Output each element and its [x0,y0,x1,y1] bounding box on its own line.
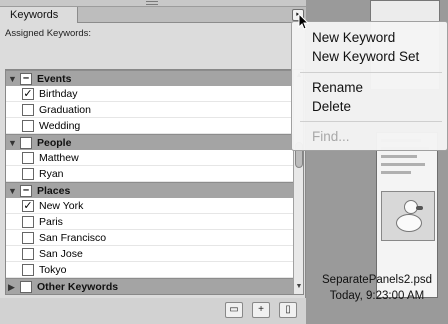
keyword-label: Birthday [39,88,78,100]
duck-body [396,214,422,232]
keyword-category-row[interactable]: ▼ – Events [6,70,293,86]
menu-item-delete[interactable]: Delete [312,99,351,114]
new-item-icon: + [258,304,264,315]
preview-line [381,163,425,166]
menu-item-find: Find... [312,129,350,144]
keyword-row[interactable]: Paris [6,214,293,230]
disclosure-expanded-icon[interactable]: ▼ [8,74,17,84]
menu-item-new-keyword-set[interactable]: New Keyword Set [312,49,419,64]
keyword-checkbox[interactable] [22,248,34,260]
file-date: Today, 9:23:00 AM [329,290,425,302]
keyword-label: Wedding [39,120,81,132]
new-keyword-button[interactable]: + [252,302,270,318]
keyword-row[interactable]: Graduation [6,102,293,118]
trash-icon: ▯ [285,304,291,315]
keyword-checkbox[interactable]: ✓ [22,200,34,212]
keyword-label: Paris [39,216,63,228]
keyword-row[interactable]: San Francisco [6,230,293,246]
disclosure-collapsed-icon[interactable]: ▶ [8,282,15,292]
file-name: SeparatePanels2.psd [322,274,432,286]
category-label: Places [37,185,71,197]
keyword-checkbox[interactable] [22,152,34,164]
keyword-category-row[interactable]: ▼ People [6,134,293,150]
menu-item-rename[interactable]: Rename [312,80,363,95]
grip-mark [146,1,158,5]
menu-separator [300,72,442,73]
panel-grip[interactable] [0,0,306,7]
keyword-label: Tokyo [39,264,67,276]
panel-dropdown-menu: New Keyword New Keyword Set Rename Delet… [291,21,448,151]
scroll-down-icon[interactable]: ▼ [295,282,303,292]
preview-line [381,155,417,158]
folder-icon: ▭ [229,304,239,315]
category-label: People [37,137,72,149]
keyword-label: New York [39,200,84,212]
keyword-checkbox[interactable] [22,120,34,132]
tab-keywords[interactable]: Keywords [0,7,78,23]
keyword-row[interactable]: ✓ Birthday [6,86,293,102]
category-label: Events [37,73,72,85]
keyword-label: San Francisco [39,232,107,244]
keyword-checkbox[interactable]: ✓ [22,88,34,100]
keyword-checkbox[interactable] [20,137,32,149]
keyword-row[interactable]: Wedding [6,118,293,134]
duck-beak [416,206,423,210]
keyword-category-row[interactable]: ▶ Other Keywords [6,278,293,294]
keyword-label: Ryan [39,168,64,180]
disclosure-expanded-icon[interactable]: ▼ [8,186,17,196]
keyword-row[interactable]: San Jose [6,246,293,262]
keyword-row[interactable]: ✓ New York [6,198,293,214]
keyword-row[interactable]: Ryan [6,166,293,182]
menu-item-new-keyword[interactable]: New Keyword [312,30,395,45]
duck-thumbnail-image [381,191,435,241]
keyword-checkbox[interactable] [20,281,32,293]
keyword-label: Matthew [39,152,79,164]
keyword-checkbox[interactable]: – [20,73,32,85]
keyword-label: San Jose [39,248,83,260]
category-label: Other Keywords [37,281,119,293]
keyword-checkbox[interactable] [22,232,34,244]
keyword-checkbox[interactable] [22,168,34,180]
mouse-pointer-icon [298,13,310,30]
keyword-label: Graduation [39,104,91,116]
panel-footer: ▭ + ▯ [0,298,306,324]
keyword-list: ▼ – Events ✓ Birthday Graduation Wedding ▼ Peopl… [5,69,304,295]
keyword-row[interactable]: Matthew [6,150,293,166]
keyword-row[interactable]: Tokyo [6,262,293,278]
keyword-checkbox[interactable] [22,216,34,228]
keyword-category-row[interactable]: ▼ – Places [6,182,293,198]
keywords-panel: Keywords ▸ Assigned Keywords: ▼ – Events ✓ B… [0,0,306,324]
preview-line [381,171,411,174]
disclosure-expanded-icon[interactable]: ▼ [8,138,17,148]
keyword-checkbox[interactable] [22,264,34,276]
assigned-keywords-label: Assigned Keywords: [5,28,92,39]
new-keyword-set-button[interactable]: ▭ [225,302,243,318]
menu-separator [300,121,442,122]
delete-keyword-button[interactable]: ▯ [279,302,297,318]
keyword-checkbox[interactable]: – [20,185,32,197]
tab-strip: Keywords ▸ [0,7,306,23]
keyword-checkbox[interactable] [22,104,34,116]
